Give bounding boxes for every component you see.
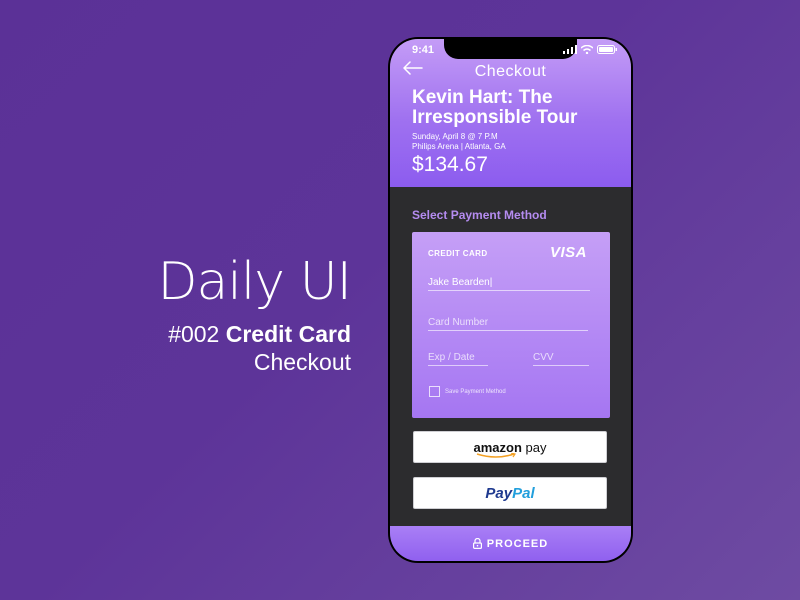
wifi-icon: [581, 45, 593, 54]
promo-title-block: Daily UI #002 Credit Card Checkout: [158, 252, 352, 376]
promo-subtitle: #002 Credit Card: [158, 320, 351, 348]
promo-subtitle-line1: Credit Card: [225, 321, 351, 347]
promo-subtitle-line2: Checkout: [253, 349, 351, 375]
visa-logo: VISA: [549, 244, 587, 261]
save-payment-row[interactable]: Save Payment Method: [429, 386, 506, 397]
proceed-label: PROCEED: [486, 537, 549, 550]
paypal-logo: PayPal: [485, 485, 534, 502]
cvv-input[interactable]: [533, 349, 589, 366]
lock-icon: [472, 538, 482, 549]
exp-date-input[interactable]: [428, 349, 488, 366]
save-payment-label: Save Payment Method: [445, 388, 506, 395]
checkout-header: 9:41 Checkout Kevin Hart: The Irresponsi…: [390, 39, 631, 187]
amazon-pay-button[interactable]: amazon pay: [413, 431, 607, 463]
event-title-line1: Kevin Hart: The: [412, 87, 553, 108]
card-number-input[interactable]: [428, 314, 588, 331]
phone-notch: [444, 39, 577, 59]
phone-screen: 9:41 Checkout Kevin Hart: The Irresponsi…: [390, 39, 631, 561]
amazon-pay-logo-rest: pay: [521, 439, 547, 455]
promo-number: #002: [168, 321, 220, 347]
proceed-button[interactable]: PROCEED: [390, 526, 631, 561]
event-title: Kevin Hart: The Irresponsible Tour: [412, 88, 577, 128]
amazon-smile-icon: [476, 452, 516, 458]
paypal-logo-pay: Pay: [485, 484, 513, 502]
signal-icon: [563, 45, 577, 54]
event-price: $134.67: [412, 153, 488, 176]
paypal-logo-pal: Pal: [512, 484, 535, 502]
status-time: 9:41: [412, 44, 435, 56]
credit-card-form: CREDIT CARD VISA Save Payment Method: [412, 232, 610, 418]
phone-frame: 9:41 Checkout Kevin Hart: The Irresponsi…: [388, 37, 633, 563]
amazon-pay-logo: amazon pay: [474, 439, 547, 458]
event-venue: Philips Arena | Atlanta, GA: [412, 142, 506, 151]
nav-title: Checkout: [474, 63, 547, 80]
battery-icon: [597, 45, 617, 54]
card-label: CREDIT CARD: [428, 249, 488, 258]
save-payment-checkbox[interactable]: [429, 386, 440, 397]
paypal-button[interactable]: PayPal: [413, 477, 607, 509]
event-title-line2: Irresponsible Tour: [412, 107, 578, 128]
promo-title: Daily UI: [157, 252, 352, 312]
status-icons: [563, 45, 617, 54]
event-date: Sunday, April 8 @ 7 P.M: [412, 132, 498, 141]
cardholder-name-input[interactable]: [428, 274, 590, 291]
payment-section-title: Select Payment Method: [412, 208, 547, 222]
